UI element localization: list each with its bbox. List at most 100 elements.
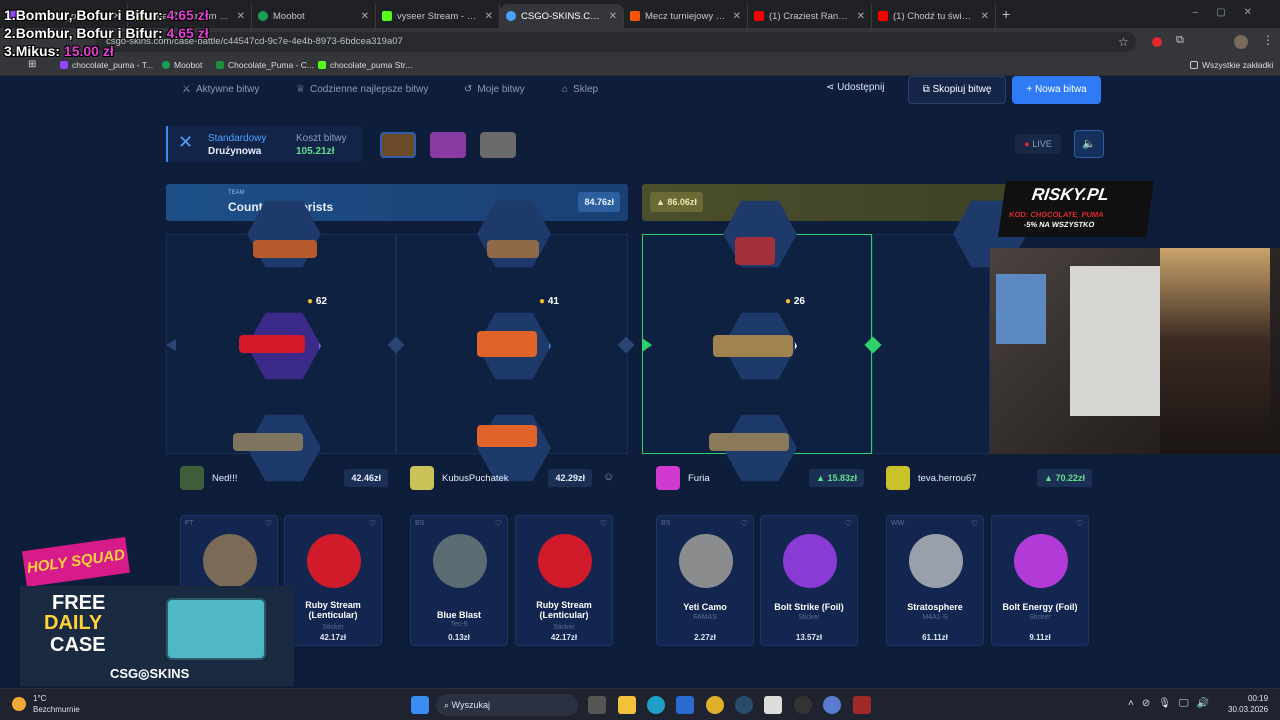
player-row[interactable]: KubusPuchatek 42.29zł <box>396 463 592 493</box>
case-list <box>376 128 526 160</box>
browser-tab[interactable]: (1) Craziest Random ✕ <box>748 4 872 28</box>
puzzle-icon[interactable]: ⧉ <box>1176 34 1184 47</box>
heart-icon[interactable]: ♡ <box>495 519 502 528</box>
obs-icon[interactable] <box>794 696 812 714</box>
share-button[interactable]: ⋖ Udostępnij <box>826 82 884 93</box>
streamer <box>1160 248 1270 454</box>
emoji-icon[interactable]: ☺ <box>603 471 614 483</box>
reel-slot <box>872 200 1027 454</box>
tab-close-icon[interactable]: ✕ <box>361 11 369 22</box>
team-value-badge: 84.76zł <box>578 192 620 212</box>
twitch-icon <box>60 61 68 69</box>
profile-avatar[interactable] <box>1234 35 1248 49</box>
case-icon[interactable] <box>480 132 516 158</box>
heart-icon[interactable]: ♡ <box>600 519 607 528</box>
case-icon[interactable] <box>430 132 466 158</box>
browser-tab-active[interactable]: CSGO-SKINS.COM ✕ <box>500 4 624 28</box>
heart-icon[interactable]: ♡ <box>845 519 852 528</box>
store-icon[interactable] <box>676 696 694 714</box>
item-card[interactable]: BS ♡ Blue Blast Tec-9 0.13zł <box>410 515 508 646</box>
monitor <box>996 274 1046 344</box>
task-view-icon[interactable] <box>588 696 606 714</box>
item-card[interactable]: ♡ Bolt Energy (Foil) Sticker 9.11zł <box>991 515 1089 646</box>
item-image <box>538 534 592 588</box>
avatar <box>656 466 680 490</box>
bookmark-star-icon[interactable]: ☆ <box>1118 35 1129 49</box>
app-active-icon[interactable] <box>823 696 841 714</box>
url-field[interactable]: csgo-skins.com/case-battle/c44547cd-9c7e… <box>96 32 1136 52</box>
history-icon: ↺ <box>464 84 473 95</box>
pistol-icon <box>477 425 537 447</box>
browser-tab[interactable]: (1) Chodź tu świnko ✕ <box>872 4 996 28</box>
copy-battle-button[interactable]: ⧉ Skopiuj bitwę <box>908 76 1006 104</box>
bookmark-item[interactable]: Moobot <box>162 60 202 70</box>
tab-close-icon[interactable]: ✕ <box>733 11 741 22</box>
player-row[interactable]: Furia ▲ 15.83zł <box>642 463 864 493</box>
tab-close-icon[interactable]: ✕ <box>981 11 989 22</box>
avatar <box>886 466 910 490</box>
new-battle-button[interactable]: + Nowa bitwa <box>1012 76 1101 104</box>
nav-my-battles[interactable]: ↺ Moje bitwy <box>464 84 525 95</box>
chrome-icon[interactable] <box>706 696 724 714</box>
browser-tab[interactable]: Moobot ✕ <box>252 4 376 28</box>
heart-icon[interactable]: ♡ <box>741 519 748 528</box>
sheets-icon <box>216 61 224 69</box>
start-icon[interactable] <box>411 696 429 714</box>
bookmark-item[interactable]: Chocolate_Puma - C... <box>216 60 314 70</box>
pistol-icon <box>239 335 305 353</box>
player-row[interactable]: teva.herrou67 ▲ 70.22zł <box>872 463 1092 493</box>
apps-icon[interactable]: ⊞ <box>28 59 36 70</box>
new-tab-icon[interactable]: + <box>1002 6 1010 22</box>
tab-favicon-icon <box>754 11 764 21</box>
heart-icon[interactable]: ♡ <box>265 519 272 528</box>
kick-icon <box>318 61 326 69</box>
browser-tab[interactable]: vyseer Stream - Watc ✕ <box>376 4 500 28</box>
shield-icon[interactable] <box>853 696 871 714</box>
speaker-icon: 🔈 <box>1082 138 1096 150</box>
avatar <box>410 466 434 490</box>
smg-icon <box>713 335 793 357</box>
smg-icon <box>487 240 539 258</box>
bookmark-item[interactable]: chocolate_puma Str... <box>318 60 412 70</box>
item-card[interactable]: ♡ Ruby Stream (Lenticular) Sticker 42.17zł <box>515 515 613 646</box>
edge-icon[interactable] <box>647 696 665 714</box>
tab-close-icon[interactable]: ✕ <box>237 11 245 22</box>
heart-icon[interactable]: ♡ <box>1076 519 1083 528</box>
heart-icon[interactable]: ♡ <box>369 519 376 528</box>
item-card[interactable]: ♡ Ruby Stream (Lenticular) Sticker 42.17zł <box>284 515 382 646</box>
nav-shop[interactable]: ⌂ Sklep <box>562 84 598 95</box>
avatar <box>180 466 204 490</box>
item-card[interactable]: WW ♡ Stratosphere M4A1-S 61.11zł <box>886 515 984 646</box>
weather-icon <box>12 697 26 711</box>
player-row[interactable]: Ned!!! 42.46zł <box>166 463 388 493</box>
nav-daily-best[interactable]: ♕ Codzienne najlepsze bitwy <box>296 84 428 95</box>
tab-close-icon[interactable]: ✕ <box>609 11 617 22</box>
case-icon[interactable] <box>380 132 416 158</box>
tab-close-icon[interactable]: ✕ <box>857 11 865 22</box>
window-controls[interactable]: –▢✕ <box>1193 7 1270 18</box>
rifle-icon <box>233 433 303 451</box>
search-icon: ⌕ <box>444 700 452 710</box>
extension-icon[interactable] <box>1152 37 1162 47</box>
nav-active-battles[interactable]: ⚔ Aktywne bitwy <box>182 84 259 95</box>
sound-toggle[interactable]: 🔈 <box>1074 130 1104 158</box>
item-card[interactable]: ♡ Bolt Strike (Foil) Sticker 13.57zł <box>760 515 858 646</box>
item-card[interactable]: BS ♡ Yeti Camo FAMAS 2.27zł <box>656 515 754 646</box>
taskbar-search[interactable]: ⌕ Wyszukaj <box>436 694 578 716</box>
live-badge[interactable]: ● LIVE <box>1015 134 1061 154</box>
team-value-badge: ▲ 86.06zł <box>650 192 703 212</box>
tray-icons[interactable]: ˄⊘🎙🖵🔊 <box>1128 698 1217 709</box>
steam-icon[interactable] <box>735 696 753 714</box>
trophy-icon: ♕ <box>296 84 305 95</box>
heart-icon[interactable]: ♡ <box>971 519 978 528</box>
app-icon[interactable] <box>764 696 782 714</box>
basket-icon: ⌂ <box>562 84 569 95</box>
file-explorer-icon[interactable] <box>618 696 636 714</box>
bookmark-item[interactable]: chocolate_puma - T... <box>60 60 153 70</box>
sniper-icon <box>709 433 789 451</box>
browser-tab[interactable]: Mecz turniejowy FAC ✕ <box>624 4 748 28</box>
all-bookmarks[interactable]: Wszystkie zakładki <box>1190 60 1273 70</box>
item-image <box>909 534 963 588</box>
menu-icon[interactable]: ⋮ <box>1262 33 1274 47</box>
tab-close-icon[interactable]: ✕ <box>485 11 493 22</box>
